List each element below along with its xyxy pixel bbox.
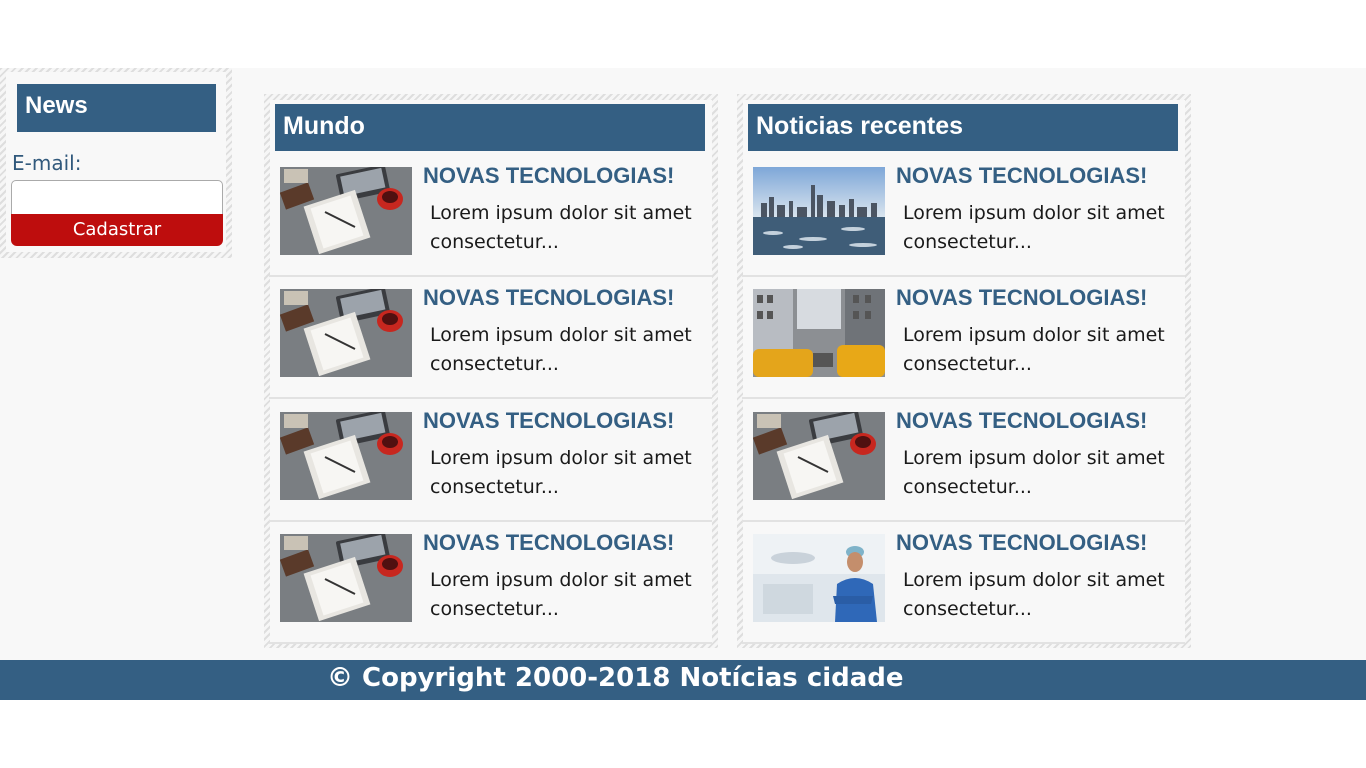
news-item[interactable]: NOVAS TECNOLOGIAS! Lorem ipsum dolor sit… [742, 279, 1185, 399]
news-title[interactable]: NOVAS TECNOLOGIAS! [896, 408, 1147, 434]
copyright-text: © Copyright 2000-2018 Notícias cidade [327, 663, 904, 693]
news-title[interactable]: NOVAS TECNOLOGIAS! [896, 285, 1147, 311]
news-item[interactable]: NOVAS TECNOLOGIAS! Lorem ipsum dolor sit… [269, 157, 712, 277]
news-item[interactable]: NOVAS TECNOLOGIAS! Lorem ipsum dolor sit… [742, 524, 1185, 644]
news-description: Lorem ipsum dolor sit amet consectetur..… [903, 569, 1165, 620]
news-title[interactable]: NOVAS TECNOLOGIAS! [896, 163, 1147, 189]
email-field[interactable] [11, 180, 223, 216]
news-description: Lorem ipsum dolor sit amet consectetur..… [903, 202, 1165, 253]
news-description: Lorem ipsum dolor sit amet consectetur..… [903, 447, 1165, 498]
news-item[interactable]: NOVAS TECNOLOGIAS! Lorem ipsum dolor sit… [269, 524, 712, 644]
news-title[interactable]: NOVAS TECNOLOGIAS! [423, 408, 674, 434]
news-thumbnail[interactable] [280, 167, 412, 255]
footer: © Copyright 2000-2018 Notícias cidade [0, 660, 1366, 700]
column-title: Mundo [275, 104, 705, 151]
news-title[interactable]: NOVAS TECNOLOGIAS! [896, 530, 1147, 556]
news-thumbnail[interactable] [280, 412, 412, 500]
column-mundo: Mundo NOVAS TECNOLOGIAS! Lorem ipsum dol… [264, 94, 718, 648]
news-thumbnail[interactable] [753, 412, 885, 500]
news-description: Lorem ipsum dolor sit amet consectetur..… [430, 569, 692, 620]
news-description: Lorem ipsum dolor sit amet consectetur..… [430, 324, 692, 375]
email-label: E-mail: [12, 151, 82, 175]
news-thumbnail[interactable] [753, 289, 885, 377]
news-title[interactable]: NOVAS TECNOLOGIAS! [423, 285, 674, 311]
news-title[interactable]: NOVAS TECNOLOGIAS! [423, 530, 674, 556]
newsletter-title: News [17, 84, 216, 132]
news-description: Lorem ipsum dolor sit amet consectetur..… [430, 447, 692, 498]
news-item[interactable]: NOVAS TECNOLOGIAS! Lorem ipsum dolor sit… [742, 402, 1185, 522]
news-item[interactable]: NOVAS TECNOLOGIAS! Lorem ipsum dolor sit… [742, 157, 1185, 277]
news-description: Lorem ipsum dolor sit amet consectetur..… [430, 202, 692, 253]
news-thumbnail[interactable] [280, 289, 412, 377]
news-thumbnail[interactable] [280, 534, 412, 622]
news-thumbnail[interactable] [753, 167, 885, 255]
column-title: Noticias recentes [748, 104, 1178, 151]
subscribe-button[interactable]: Cadastrar [11, 214, 223, 246]
news-description: Lorem ipsum dolor sit amet consectetur..… [903, 324, 1165, 375]
news-thumbnail[interactable] [753, 534, 885, 622]
news-item[interactable]: NOVAS TECNOLOGIAS! Lorem ipsum dolor sit… [269, 279, 712, 399]
news-item[interactable]: NOVAS TECNOLOGIAS! Lorem ipsum dolor sit… [269, 402, 712, 522]
column-noticias-recentes: Noticias recentes NOVAS TECNOLOGIAS! Lor… [737, 94, 1191, 648]
news-title[interactable]: NOVAS TECNOLOGIAS! [423, 163, 674, 189]
